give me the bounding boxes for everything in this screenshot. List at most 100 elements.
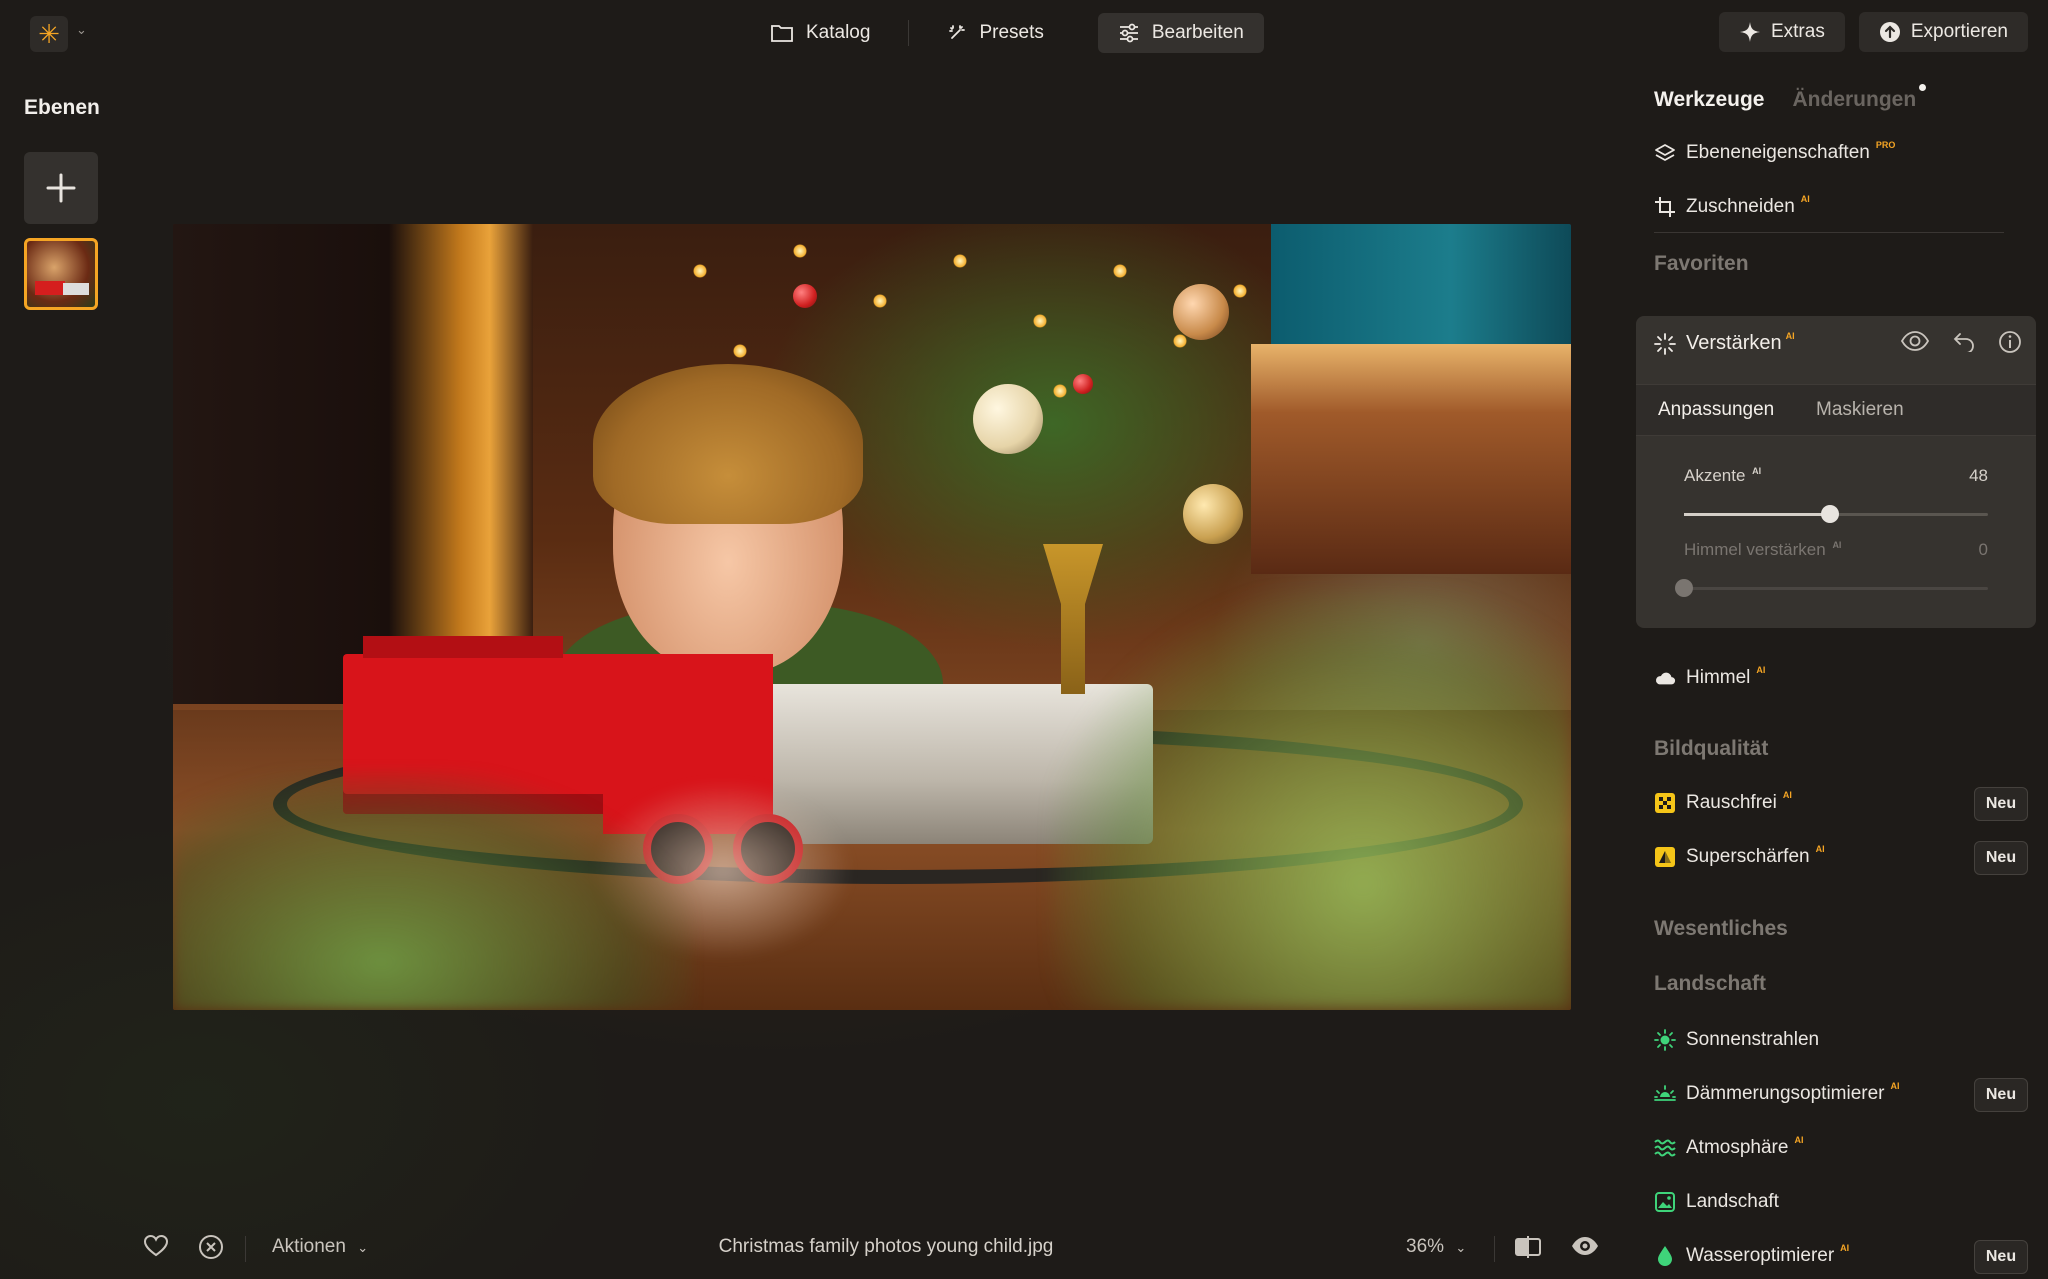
tool-water[interactable]: Wasseroptimierer AI	[1654, 1241, 1849, 1271]
sharpen-triangle-icon	[1654, 846, 1676, 868]
panel-divider	[1654, 232, 2004, 233]
panel-tabs: Werkzeuge Änderungen	[1654, 84, 1927, 112]
tool-denoise[interactable]: Rauschfrei AI	[1654, 788, 1792, 818]
tool-golden-hour[interactable]: Dämmerungsoptimierer AI	[1654, 1079, 1900, 1109]
nav-bearbeiten[interactable]: Bearbeiten	[1097, 13, 1264, 53]
add-layer-button[interactable]	[24, 152, 98, 224]
compare-split-icon[interactable]	[1514, 1236, 1542, 1258]
landscape-image-icon	[1654, 1191, 1676, 1213]
eye-icon[interactable]	[1570, 1236, 1600, 1256]
tree-light	[733, 344, 747, 358]
nav-katalog[interactable]: Katalog	[750, 13, 890, 53]
sparkle-icon	[1739, 22, 1760, 42]
tool-label: Sonnenstrahlen	[1686, 1029, 1820, 1050]
nav-katalog-label: Katalog	[806, 22, 871, 43]
tool-supersharp[interactable]: Superschärfen AI	[1654, 842, 1825, 872]
bottom-bar: Aktionen ⌄ Christmas family photos young…	[0, 1220, 1620, 1276]
ai-badge: AI	[1832, 540, 1842, 550]
tree-ornament	[1173, 284, 1229, 340]
chevron-down-icon[interactable]: ⌄	[76, 22, 87, 38]
new-badge: Neu	[1974, 841, 2028, 875]
main-nav: Katalog Presets Bearbeiten	[750, 12, 1264, 54]
undo-icon[interactable]	[1952, 330, 1976, 352]
app-logo[interactable]: ✳	[30, 16, 68, 52]
tree-ornament	[1183, 484, 1243, 544]
tree-ornament	[1073, 374, 1093, 394]
slider-accents-track[interactable]	[1684, 505, 1988, 523]
ai-badge: AI	[1782, 790, 1792, 800]
new-badge: Neu	[1974, 1078, 2028, 1112]
tool-label: Rauschfrei	[1686, 792, 1777, 813]
enhance-actions	[1900, 330, 2022, 354]
ai-badge: AI	[1794, 1135, 1804, 1145]
chevron-down-icon: ⌄	[1455, 1240, 1467, 1255]
tab-aenderungen-label: Änderungen	[1792, 88, 1917, 111]
sparkle-burst-icon	[1654, 332, 1676, 355]
tab-aenderungen[interactable]: Änderungen	[1792, 84, 1927, 112]
tree-light	[1233, 284, 1247, 298]
section-landscape[interactable]: Landschaft	[1654, 972, 1766, 996]
nav-presets[interactable]: Presets	[927, 13, 1063, 53]
top-bar: ✳ ⌄ Katalog Presets Bearbeiten Extras Ex…	[0, 0, 2048, 66]
section-essentials[interactable]: Wesentliches	[1654, 917, 1788, 941]
tab-werkzeuge[interactable]: Werkzeuge	[1654, 88, 1765, 112]
crop-icon	[1654, 196, 1676, 218]
noise-grid-icon	[1654, 792, 1676, 814]
tree-light	[873, 294, 887, 308]
slider-sky-label: Himmel verstärken AI	[1684, 540, 1841, 560]
tree-light	[1053, 384, 1067, 398]
tool-atmosphere[interactable]: Atmosphäre AI	[1654, 1133, 1803, 1163]
tool-landscape[interactable]: Landschaft	[1654, 1187, 1779, 1217]
enhance-tool-card: Verstärken AI Anpassungen Maskieren Akze…	[1636, 316, 2036, 628]
photo-child-hair	[593, 364, 863, 524]
bottom-divider	[1494, 1236, 1495, 1262]
new-badge: Neu	[1974, 1240, 2028, 1274]
visibility-eye-icon[interactable]	[1900, 330, 1930, 352]
photo-canvas[interactable]	[173, 224, 1571, 1010]
slider-accents-value: 48	[1969, 466, 1988, 485]
tool-sunrays[interactable]: Sonnenstrahlen	[1654, 1025, 1819, 1055]
tools-panel: Werkzeuge Änderungen Ebeneneigenschaften…	[1636, 66, 2048, 1279]
waves-icon	[1654, 1137, 1676, 1159]
photo-foreground-blur	[1051, 590, 1571, 1010]
slider-accents-handle[interactable]	[1820, 505, 1839, 523]
layer-thumbnail[interactable]	[24, 238, 98, 310]
ai-badge: AI	[1756, 665, 1766, 675]
ai-badge: AI	[1752, 466, 1762, 476]
new-badge: Neu	[1974, 787, 2028, 821]
ai-badge: AI	[1815, 844, 1825, 854]
tool-label: Dämmerungsoptimierer	[1686, 1083, 1885, 1104]
photo-foreground-blur	[173, 770, 693, 1010]
pro-badge: PRO	[1875, 140, 1896, 150]
info-icon[interactable]	[1998, 330, 2022, 354]
photo-door	[173, 224, 533, 704]
section-favorites[interactable]: Favoriten	[1654, 252, 1749, 276]
subtab-adjustments[interactable]: Anpassungen	[1658, 399, 1774, 421]
slider-sky-value: 0	[1978, 540, 1988, 559]
tool-layer-properties[interactable]: Ebeneneigenschaften PRO	[1654, 138, 1895, 168]
enhance-subtabs: Anpassungen Maskieren	[1636, 384, 2036, 436]
tool-sky[interactable]: Himmel AI	[1654, 663, 1765, 693]
enhance-header[interactable]: Verstärken AI	[1654, 330, 1795, 355]
tree-light	[1173, 334, 1187, 348]
section-image-quality[interactable]: Bildqualität	[1654, 737, 1768, 761]
sparkle-wand-icon	[949, 25, 966, 39]
ai-badge: AI	[1785, 330, 1795, 341]
tool-crop[interactable]: Zuschneiden AI	[1654, 192, 1810, 222]
folder-icon	[771, 25, 793, 42]
slider-sky-handle[interactable]	[1675, 579, 1693, 597]
tree-ornament	[973, 384, 1043, 454]
ai-badge: AI	[1890, 1081, 1900, 1091]
subtab-masking[interactable]: Maskieren	[1816, 399, 1904, 421]
unsaved-dot-indicator	[1919, 84, 1927, 91]
nav-presets-label: Presets	[979, 22, 1044, 43]
extras-button[interactable]: Extras	[1718, 12, 1845, 52]
nav-divider	[908, 20, 910, 46]
export-button[interactable]: Exportieren	[1858, 12, 2028, 52]
slider-accents-label: Akzente AI	[1684, 466, 1761, 486]
photo-warm-wall	[1251, 344, 1571, 574]
ai-badge: AI	[1800, 194, 1810, 204]
top-right-actions: Extras Exportieren	[1718, 12, 2028, 52]
zoom-menu[interactable]: 36% ⌄	[1406, 1236, 1466, 1258]
slider-sky-track[interactable]	[1675, 579, 1988, 597]
